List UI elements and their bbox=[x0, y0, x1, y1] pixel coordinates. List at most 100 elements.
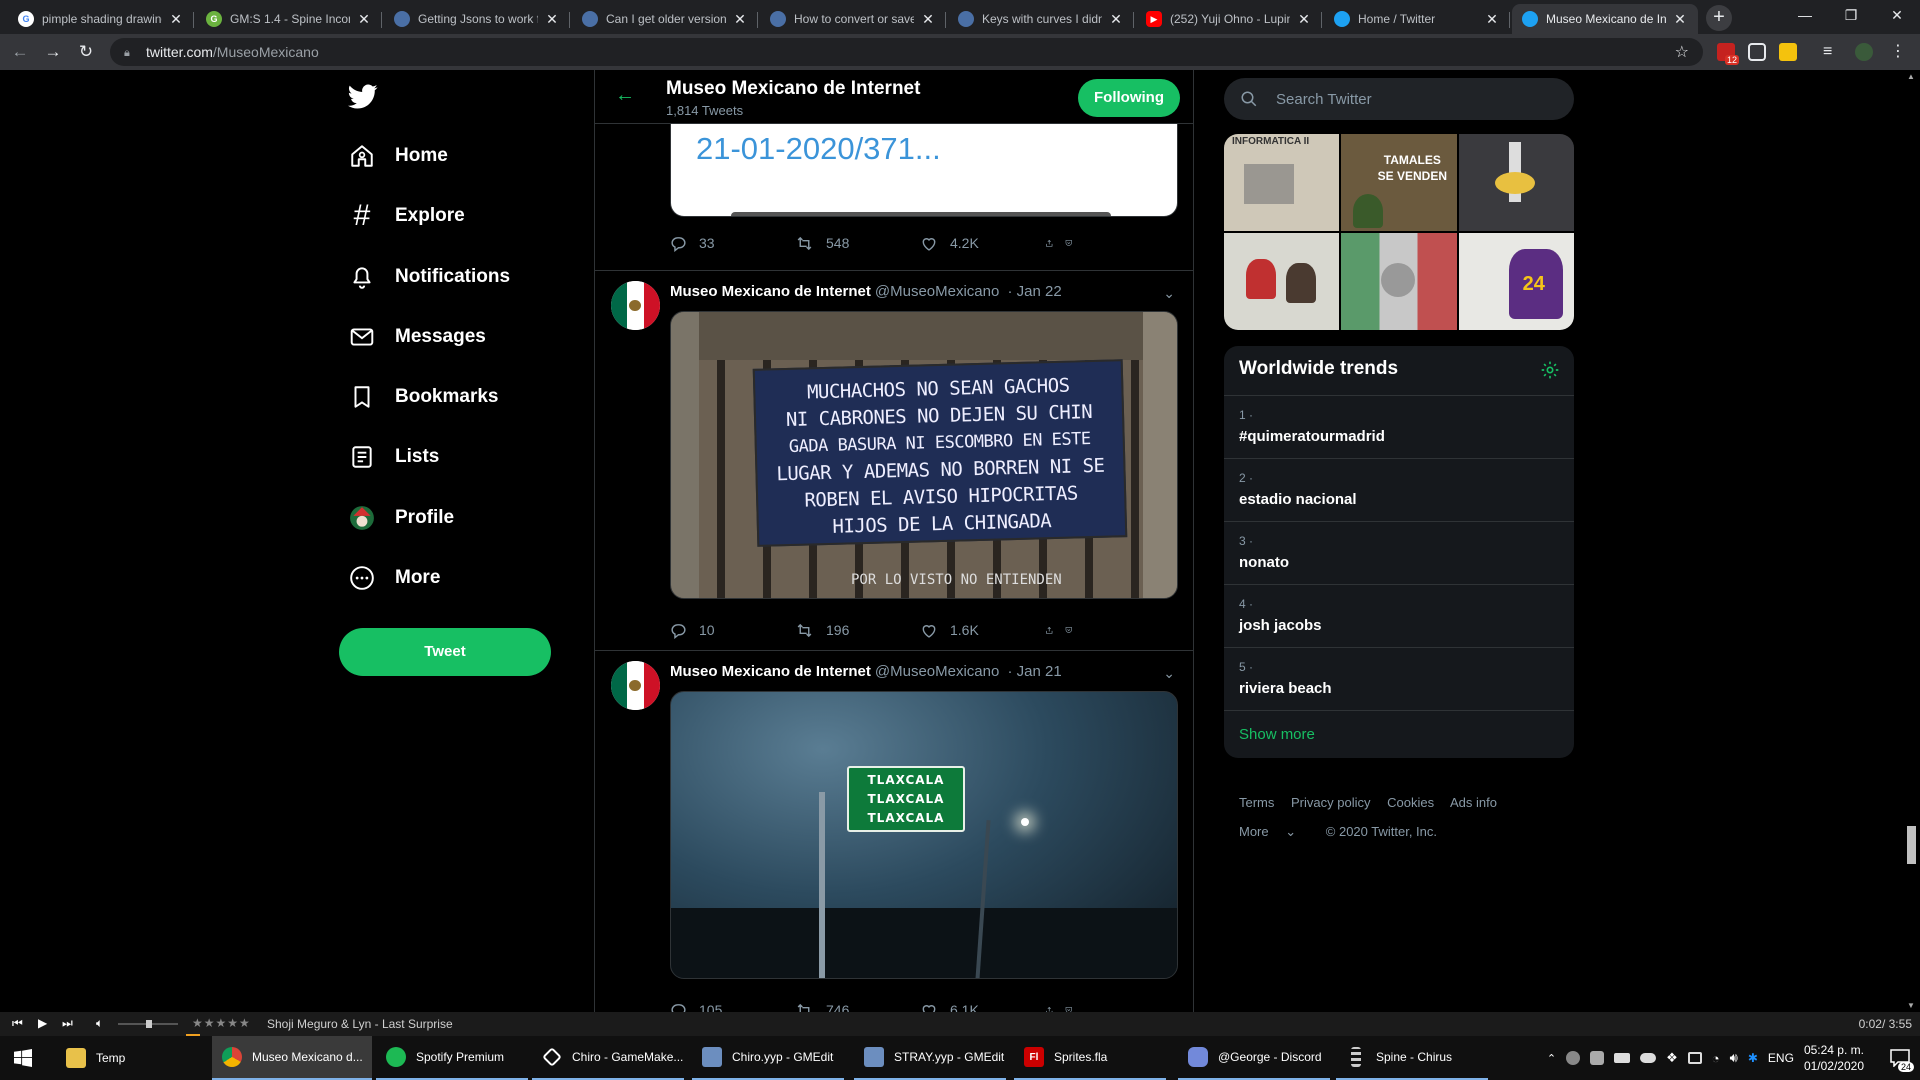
show-more-link[interactable]: Show more bbox=[1224, 711, 1574, 758]
search-input[interactable] bbox=[1276, 90, 1556, 108]
close-tab-icon[interactable]: ✕ bbox=[920, 11, 936, 28]
footer-link-terms[interactable]: Terms bbox=[1239, 795, 1274, 810]
avatar[interactable] bbox=[611, 661, 660, 710]
display-icon[interactable] bbox=[1687, 1052, 1702, 1064]
volume-icon[interactable]: 🔈︎ bbox=[96, 1016, 103, 1031]
tweet[interactable]: Museo Mexicano de Internet @MuseoMexicano… bbox=[595, 651, 1193, 1012]
link-card[interactable]: 21-01-2020/371... bbox=[670, 124, 1178, 217]
tweet-date[interactable]: · Jan 21 bbox=[1008, 663, 1062, 680]
like-button[interactable]: 1.6K bbox=[920, 620, 1045, 640]
extension-gmail-icon[interactable]: 12 bbox=[1717, 43, 1739, 65]
media-thumbnail[interactable] bbox=[1458, 134, 1574, 231]
media-thumbnail[interactable]: 24 bbox=[1458, 233, 1574, 330]
taskbar-item[interactable]: Temp bbox=[56, 1036, 208, 1080]
retweet-button[interactable]: 196 bbox=[795, 620, 920, 640]
retweet-button[interactable]: 746 bbox=[795, 1000, 920, 1012]
play-icon[interactable]: ▶ bbox=[38, 1016, 47, 1030]
taskbar-item[interactable]: Chiro.yyp - GMEdit bbox=[692, 1036, 844, 1080]
reply-button[interactable]: 105 bbox=[670, 1000, 795, 1012]
share-button[interactable] bbox=[1045, 1000, 1085, 1012]
browser-tab[interactable]: Keys with curves I didn ✕ bbox=[948, 4, 1134, 34]
tweet-button[interactable]: Tweet bbox=[339, 628, 551, 676]
back-arrow-icon[interactable]: ← bbox=[615, 84, 635, 107]
browser-tab[interactable]: G GM:S 1.4 - Spine Incom ✕ bbox=[196, 4, 382, 34]
chevron-up-icon[interactable]: ⌃ bbox=[1547, 1052, 1556, 1065]
tweet-display-name[interactable]: Museo Mexicano de Internet bbox=[670, 283, 871, 300]
share-button[interactable] bbox=[1045, 233, 1085, 253]
scroll-down-icon[interactable]: ▼ bbox=[1907, 1001, 1915, 1010]
media-control-icon[interactable]: ≡ bbox=[1823, 43, 1841, 61]
wifi-icon[interactable]: ◔ bbox=[1712, 1051, 1720, 1066]
tray-app-icon[interactable] bbox=[1590, 1051, 1605, 1065]
footer-link-cookies[interactable]: Cookies bbox=[1387, 795, 1434, 810]
close-tab-icon[interactable]: ✕ bbox=[1296, 11, 1312, 28]
tweet-handle[interactable]: @MuseoMexicano bbox=[875, 663, 999, 680]
trend-item[interactable]: 1 · #quimeratourmadrid bbox=[1224, 396, 1574, 459]
browser-tab[interactable]: G pimple shading drawing ✕ bbox=[8, 4, 194, 34]
nav-more[interactable]: More bbox=[348, 558, 440, 598]
close-tab-icon[interactable]: ✕ bbox=[356, 11, 372, 28]
trend-item[interactable]: 4 · josh jacobs bbox=[1224, 585, 1574, 648]
nav-messages[interactable]: Messages bbox=[348, 317, 486, 357]
media-thumbnail[interactable] bbox=[1224, 233, 1340, 330]
footer-link-privacy[interactable]: Privacy policy bbox=[1291, 795, 1370, 810]
page-scrollbar[interactable]: ▲ ▼ bbox=[1903, 70, 1920, 1012]
forward-arrow-icon[interactable]: → bbox=[41, 40, 65, 64]
chevron-down-icon[interactable]: ⌄ bbox=[1163, 285, 1175, 302]
next-track-icon[interactable]: ⏭ bbox=[62, 1016, 73, 1031]
tweet-handle[interactable]: @MuseoMexicano bbox=[875, 283, 999, 300]
scrollbar-thumb[interactable] bbox=[1907, 826, 1916, 864]
bookmark-star-icon[interactable]: ☆ bbox=[1675, 42, 1689, 62]
media-thumbnail[interactable] bbox=[1341, 233, 1457, 330]
taskbar-item[interactable]: Spotify Premium bbox=[376, 1036, 528, 1080]
browser-tab[interactable]: Home / Twitter ✕ bbox=[1324, 4, 1510, 34]
taskbar-item[interactable]: STRAY.yyp - GMEdit bbox=[854, 1036, 1006, 1080]
tweet-photo[interactable]: TLAXCALA TLAXCALA TLAXCALA bbox=[670, 691, 1178, 979]
extension-yellow-icon[interactable] bbox=[1779, 43, 1797, 61]
nav-profile[interactable]: Profile bbox=[348, 498, 454, 538]
close-tab-icon[interactable]: ✕ bbox=[1108, 11, 1124, 28]
speaker-icon[interactable]: 🔊︎ bbox=[1730, 1050, 1738, 1066]
nav-home[interactable]: Home bbox=[348, 136, 448, 176]
footer-more-button[interactable]: More ⌄ bbox=[1239, 824, 1309, 839]
share-button[interactable] bbox=[1045, 620, 1085, 640]
twitter-logo-icon[interactable] bbox=[348, 84, 378, 115]
extension-pocket-icon[interactable] bbox=[1748, 43, 1766, 61]
volume-slider[interactable] bbox=[118, 1020, 178, 1028]
back-arrow-icon[interactable]: ← bbox=[8, 40, 32, 64]
tweet[interactable]: Museo Mexicano de Internet @MuseoMexicano… bbox=[595, 271, 1193, 651]
action-center-icon[interactable]: 24 bbox=[1880, 1036, 1920, 1080]
browser-tab[interactable]: How to convert or save ✕ bbox=[760, 4, 946, 34]
bluetooth-icon[interactable]: ✱ bbox=[1748, 1051, 1758, 1065]
tweet-photo[interactable]: MUCHACHOS NO SEAN GACHOS NI CABRONES NO … bbox=[670, 311, 1178, 599]
previous-track-icon[interactable]: ⏮ bbox=[12, 1016, 23, 1031]
browser-tab[interactable]: Getting Jsons to work f ✕ bbox=[384, 4, 570, 34]
trend-item[interactable]: 2 · estadio nacional bbox=[1224, 459, 1574, 522]
kebab-menu-icon[interactable]: ⋮ bbox=[1889, 43, 1907, 61]
browser-tab[interactable]: Can I get older version ✕ bbox=[572, 4, 758, 34]
address-bar[interactable]: 🔒︎ twitter.com/MuseoMexicano ☆ bbox=[110, 38, 1703, 66]
like-button[interactable]: 6.1K bbox=[920, 1000, 1045, 1012]
nav-bookmarks[interactable]: Bookmarks bbox=[348, 377, 499, 417]
chevron-down-icon[interactable]: ⌄ bbox=[1163, 665, 1175, 682]
avatar[interactable] bbox=[611, 281, 660, 330]
nav-explore[interactable]: # Explore bbox=[348, 196, 465, 236]
close-tab-icon[interactable]: ✕ bbox=[168, 11, 184, 28]
dropbox-icon[interactable]: ❖ bbox=[1666, 1050, 1678, 1066]
reply-button[interactable]: 33 bbox=[670, 233, 795, 253]
footer-link-ads-info[interactable]: Ads info bbox=[1450, 795, 1497, 810]
close-tab-icon[interactable]: ✕ bbox=[732, 11, 748, 28]
like-button[interactable]: 4.2K bbox=[920, 233, 1045, 253]
rating-stars[interactable]: ★★★★★ bbox=[192, 1016, 251, 1030]
start-button[interactable] bbox=[0, 1036, 46, 1080]
tweet-date[interactable]: · Jan 22 bbox=[1008, 283, 1062, 300]
reload-icon[interactable]: ↻ bbox=[74, 40, 98, 64]
following-button[interactable]: Following bbox=[1078, 79, 1180, 117]
clock[interactable]: 05:24 p. m. 01/02/2020 bbox=[1804, 1042, 1864, 1074]
taskbar-item[interactable]: @George - Discord bbox=[1178, 1036, 1330, 1080]
gear-icon[interactable] bbox=[1540, 360, 1560, 386]
reply-button[interactable]: 10 bbox=[670, 620, 795, 640]
onedrive-icon[interactable] bbox=[1640, 1053, 1657, 1063]
taskbar-item[interactable]: Fl Sprites.fla bbox=[1014, 1036, 1166, 1080]
new-tab-button[interactable]: + bbox=[1706, 5, 1732, 31]
